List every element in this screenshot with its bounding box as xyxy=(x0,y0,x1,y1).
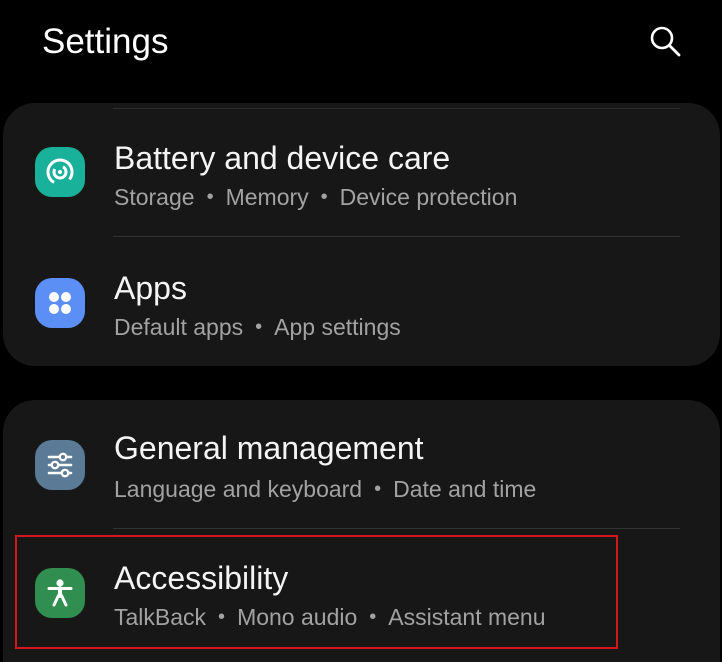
item-title: General management xyxy=(114,430,424,466)
device-care-icon xyxy=(35,147,85,197)
subtitle-part: Mono audio xyxy=(237,604,358,630)
app-header: Settings xyxy=(0,0,722,90)
subtitle-part: Assistant menu xyxy=(388,604,546,630)
settings-group-2: General management Language and keyboard… xyxy=(3,400,720,662)
separator-dot: • xyxy=(218,606,226,628)
apps-grid-icon xyxy=(35,278,85,328)
subtitle-part: Date and time xyxy=(393,476,537,502)
separator-dot: • xyxy=(374,478,382,500)
settings-item-general-management[interactable]: General management Language and keyboard… xyxy=(3,400,720,530)
search-button[interactable] xyxy=(642,18,688,64)
page-title: Settings xyxy=(42,22,169,61)
subtitle-part: Memory xyxy=(225,184,309,210)
item-subtitle: TalkBack • Mono audio • Assistant menu xyxy=(114,603,546,631)
search-icon xyxy=(650,26,681,57)
item-subtitle: Language and keyboard • Date and time xyxy=(114,475,536,503)
separator-dot: • xyxy=(369,606,377,628)
subtitle-part: App settings xyxy=(274,314,401,340)
separator-dot: • xyxy=(255,316,263,338)
subtitle-part: Language and keyboard xyxy=(114,476,363,502)
settings-item-battery-device-care[interactable]: Battery and device care Storage • Memory • D… xyxy=(3,103,720,233)
item-subtitle: Storage • Memory • Device protection xyxy=(114,183,517,211)
sliders-icon xyxy=(35,440,85,490)
subtitle-part: TalkBack xyxy=(114,604,207,630)
item-title: Apps xyxy=(114,270,187,306)
separator-dot: • xyxy=(320,186,328,208)
item-subtitle: Default apps • App settings xyxy=(114,313,401,341)
separator-dot: • xyxy=(206,186,214,208)
subtitle-part: Storage xyxy=(114,184,195,210)
item-divider xyxy=(113,528,680,529)
settings-group-1: Battery and device care Storage • Memory • D… xyxy=(3,103,720,366)
subtitle-part: Device protection xyxy=(339,184,518,210)
item-title: Battery and device care xyxy=(114,140,451,176)
settings-item-apps[interactable]: Apps Default apps • App settings xyxy=(3,234,720,364)
subtitle-part: Default apps xyxy=(114,314,244,340)
accessibility-icon xyxy=(35,568,85,618)
settings-item-accessibility[interactable]: Accessibility TalkBack • Mono audio • Assist… xyxy=(3,531,720,661)
item-title: Accessibility xyxy=(114,560,289,596)
